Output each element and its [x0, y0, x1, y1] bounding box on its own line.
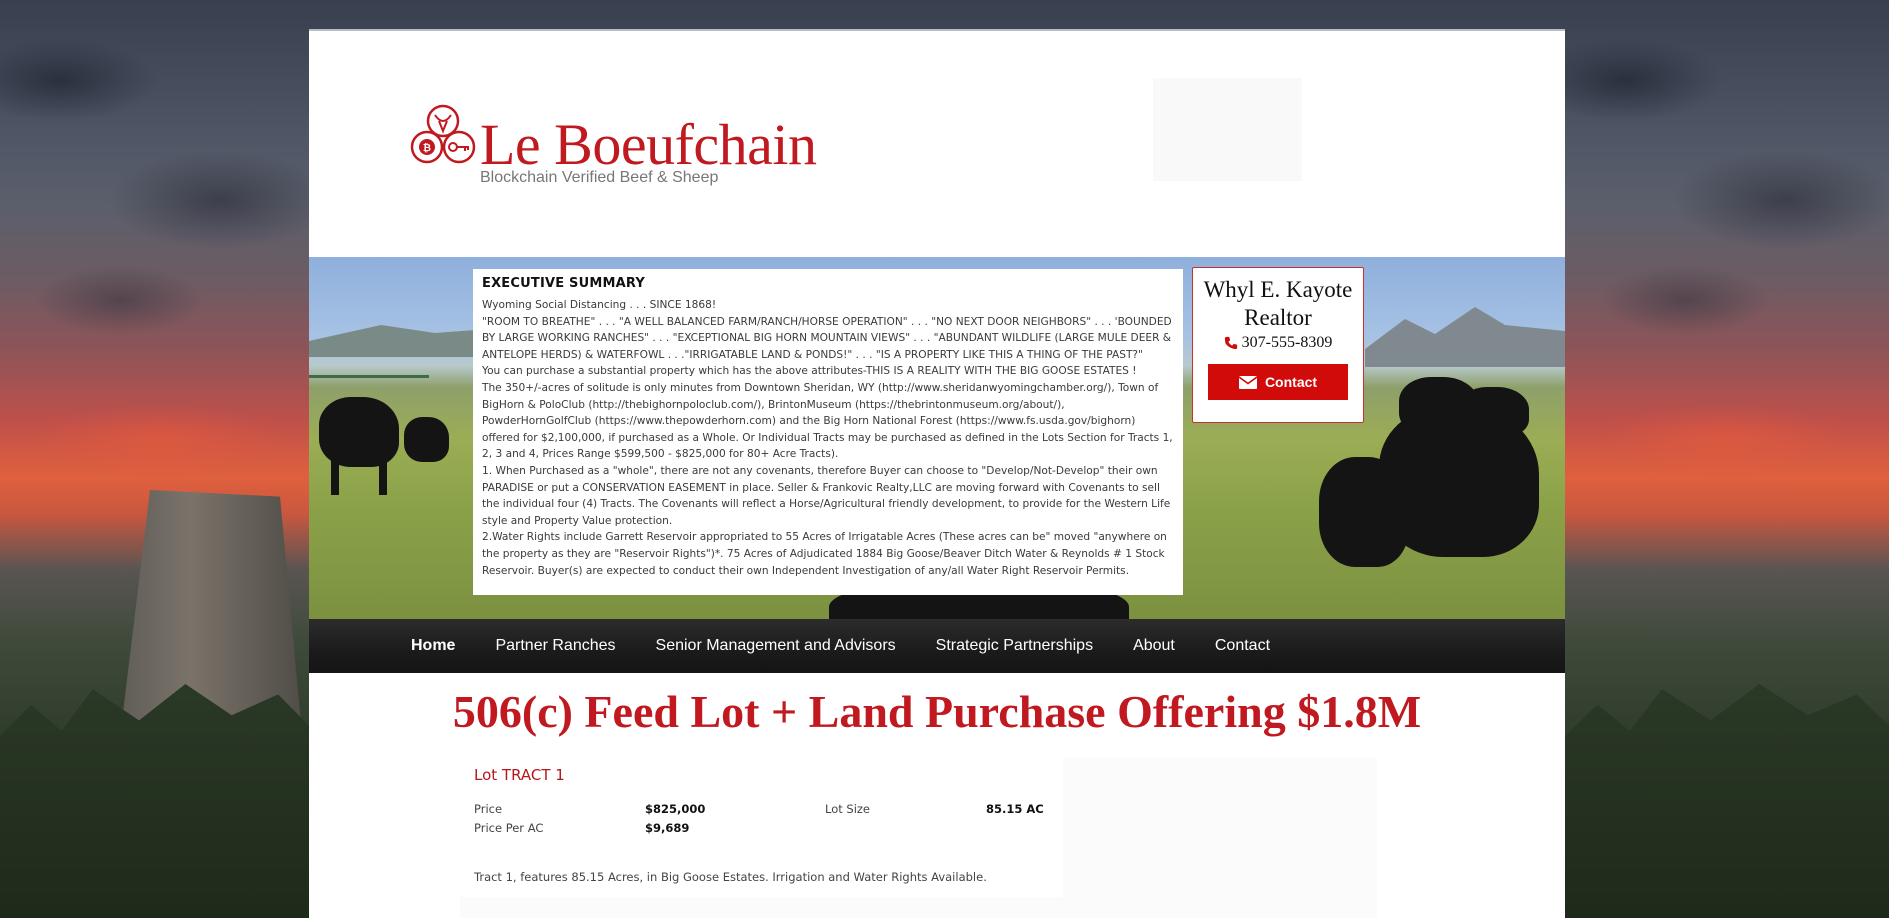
- summary-paragraph: 2.Water Rights include Garrett Reservoir…: [482, 531, 1167, 577]
- nav-item-strategic-partnerships[interactable]: Strategic Partnerships: [936, 637, 1093, 655]
- page-container: ₿ Le Boeufchain Blockchain Verified Beef…: [309, 29, 1565, 918]
- hero-banner: EXECUTIVE SUMMARY Wyoming Social Distanc…: [309, 257, 1565, 619]
- realtor-role: Realtor: [1244, 305, 1312, 330]
- lot-size-value: 85.15 AC: [986, 802, 1044, 816]
- nav-item-contact[interactable]: Contact: [1215, 637, 1270, 655]
- executive-summary-panel: EXECUTIVE SUMMARY Wyoming Social Distanc…: [473, 269, 1183, 595]
- lot-listing-section: Lot TRACT 1 Price $825,000 Lot Size 85.1…: [460, 757, 1377, 918]
- logo-icon[interactable]: ₿: [409, 103, 477, 167]
- main-navigation: Home Partner Ranches Senior Management a…: [309, 619, 1565, 673]
- executive-summary-heading: EXECUTIVE SUMMARY: [482, 276, 646, 291]
- price-per-ac-label: Price Per AC: [474, 821, 544, 835]
- contact-button-label: Contact: [1264, 374, 1318, 390]
- background-scenery-left: [0, 0, 309, 918]
- brand-title[interactable]: Le Boeufchain: [480, 111, 817, 178]
- offering-title: 506(c) Feed Lot + Land Purchase Offering…: [452, 686, 1422, 737]
- contact-button[interactable]: Contact: [1208, 364, 1348, 400]
- nav-item-about[interactable]: About: [1133, 637, 1175, 655]
- realtor-name: Whyl E. Kayote: [1203, 277, 1353, 302]
- summary-paragraph: The 350+/-acres of solitude is only minu…: [482, 381, 1173, 461]
- nav-item-home[interactable]: Home: [411, 637, 455, 655]
- svg-text:₿: ₿: [423, 142, 431, 154]
- summary-paragraph: "ROOM TO BREATHE" . . . "A WELL BALANCED…: [482, 315, 1172, 361]
- summary-paragraph: Wyoming Social Distancing . . . SINCE 18…: [482, 299, 717, 311]
- header-widget-placeholder: [1153, 78, 1302, 181]
- summary-paragraph: You can purchase a substantial property …: [482, 365, 1137, 378]
- price-value: $825,000: [645, 802, 706, 816]
- lot-description: Tract 1, features 85.15 Acres, in Big Go…: [474, 870, 987, 884]
- realtor-phone[interactable]: 307-555-8309: [1193, 334, 1363, 352]
- brand-subtitle: Blockchain Verified Beef & Sheep: [480, 169, 719, 186]
- summary-paragraph: 1. When Purchased as a "whole", there ar…: [482, 464, 1171, 527]
- envelope-icon: [1238, 375, 1257, 389]
- phone-icon: [1224, 336, 1237, 350]
- cow-image: [404, 417, 449, 462]
- background-scenery-right: [1565, 0, 1889, 918]
- price-label: Price: [474, 802, 503, 816]
- price-per-ac-value: $9,689: [645, 821, 690, 835]
- lot-card: Lot TRACT 1 Price $825,000 Lot Size 85.1…: [460, 757, 1063, 897]
- nav-item-partner-ranches[interactable]: Partner Ranches: [495, 637, 615, 655]
- lot-title[interactable]: Lot TRACT 1: [474, 766, 565, 784]
- cow-image: [1319, 457, 1409, 567]
- lot-size-label: Lot Size: [825, 802, 871, 816]
- realtor-phone-number: 307-555-8309: [1241, 334, 1333, 351]
- nav-item-senior-management[interactable]: Senior Management and Advisors: [656, 637, 896, 655]
- realtor-contact-card: Whyl E. Kayote Realtor 307-555-8309 Cont…: [1192, 267, 1364, 423]
